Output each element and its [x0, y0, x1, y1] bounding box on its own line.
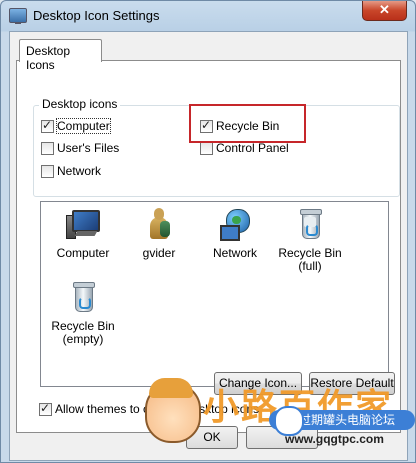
desktop-monitor-icon: [9, 8, 27, 24]
checkbox-box[interactable]: [41, 118, 54, 133]
list-item-network[interactable]: Network: [199, 207, 271, 260]
list-item-recycle-bin-empty[interactable]: Recycle Bin (empty): [47, 280, 119, 346]
tab-label: Desktop Icons: [26, 44, 71, 72]
icon-list[interactable]: Computer gvider Network Recycle Bin (ful…: [40, 201, 389, 387]
dialog-window: Desktop Icon Settings ✕ Desktop Icons De…: [0, 0, 416, 463]
close-button[interactable]: ✕: [362, 1, 407, 21]
restore-default-button[interactable]: Restore Default: [309, 372, 395, 395]
list-item-recycle-bin-full[interactable]: Recycle Bin (full): [274, 207, 346, 273]
network-icon: [218, 207, 252, 241]
checkbox-label: Allow themes to change desktop icons: [55, 402, 260, 416]
window-title: Desktop Icon Settings: [33, 8, 160, 23]
list-item-label: gvider: [142, 246, 176, 260]
ok-button[interactable]: OK: [186, 426, 238, 449]
checkbox-box[interactable]: [41, 142, 54, 155]
title-bar[interactable]: Desktop Icon Settings ✕: [1, 1, 415, 31]
group-label: Desktop icons: [39, 97, 121, 111]
user-folder-icon: [142, 207, 176, 241]
list-item-label: Computer: [56, 246, 110, 260]
checkbox-label: Control Panel: [216, 141, 289, 155]
red-highlight-box: [189, 104, 306, 143]
cancel-button[interactable]: [246, 426, 318, 449]
change-icon-button[interactable]: Change Icon...: [214, 372, 302, 395]
checkbox-label: User's Files: [57, 141, 120, 155]
list-item-user-folder[interactable]: gvider: [123, 207, 195, 260]
recycle-bin-full-icon: [293, 207, 327, 241]
computer-icon: [66, 207, 100, 241]
checkbox-box[interactable]: [41, 165, 54, 178]
recycle-bin-empty-icon: [66, 280, 100, 314]
checkbox-box[interactable]: [200, 142, 213, 155]
list-item-label: Network: [212, 246, 257, 260]
list-item-label: Recycle Bin (empty): [51, 319, 115, 346]
list-item-computer[interactable]: Computer: [47, 207, 119, 260]
tab-panel: Desktop icons Computer User's Files Netw…: [16, 60, 401, 433]
checkbox-label: Network: [57, 164, 102, 178]
checkbox-box[interactable]: [39, 401, 52, 416]
list-item-label: Recycle Bin (full): [278, 246, 342, 273]
tab-desktop-icons[interactable]: Desktop Icons: [19, 39, 102, 72]
dialog-client-area: Desktop Icons Desktop icons Computer Use…: [9, 31, 408, 461]
checkbox-label: Computer: [56, 118, 111, 134]
